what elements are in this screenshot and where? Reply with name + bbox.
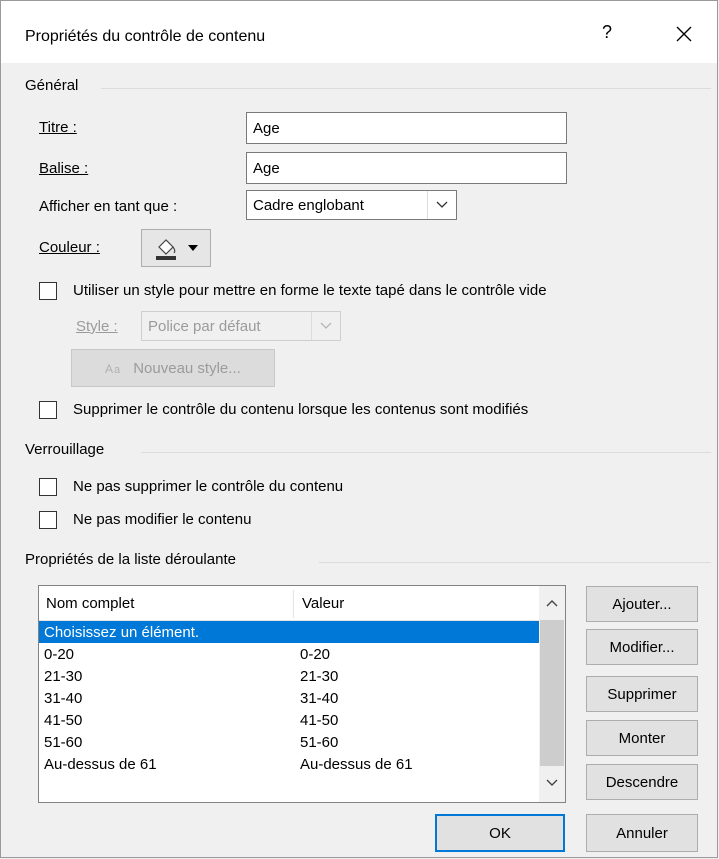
svg-text:A: A bbox=[105, 362, 113, 376]
delete-button[interactable]: Supprimer bbox=[586, 676, 698, 712]
list-item-name: 21-30 bbox=[44, 667, 83, 685]
general-group-divider bbox=[101, 88, 711, 89]
column-header-name[interactable]: Nom complet bbox=[39, 586, 291, 620]
list-item-name: 31-40 bbox=[44, 689, 83, 707]
svg-text:a: a bbox=[114, 364, 121, 376]
style-label-text: Style : bbox=[76, 318, 118, 335]
list-item[interactable]: Au-dessus de 61 Au-dessus de 61 bbox=[39, 753, 539, 775]
display-as-select[interactable]: Cadre englobant bbox=[246, 190, 457, 220]
cancel-button[interactable]: Annuler bbox=[586, 814, 698, 852]
remove-control-checkbox[interactable] bbox=[39, 401, 57, 419]
use-style-checkbox[interactable] bbox=[39, 282, 57, 300]
list-item-name: Au-dessus de 61 bbox=[44, 755, 157, 773]
title-input[interactable]: Age bbox=[246, 112, 567, 144]
list-item-value: 51-60 bbox=[300, 733, 339, 751]
scroll-down-button[interactable] bbox=[539, 770, 565, 796]
dropdown-group-label: Propriétés de la liste déroulante bbox=[25, 551, 236, 568]
list-item-value: 41-50 bbox=[300, 711, 339, 729]
display-as-label: Afficher en tant que : bbox=[39, 198, 178, 215]
scrollbar-thumb[interactable] bbox=[540, 620, 564, 766]
chevron-down-icon bbox=[311, 312, 340, 340]
dropdown-group-divider bbox=[319, 562, 711, 563]
color-picker-button[interactable] bbox=[141, 229, 211, 267]
list-item[interactable]: 31-40 31-40 bbox=[39, 687, 539, 709]
list-item[interactable]: 51-60 51-60 bbox=[39, 731, 539, 753]
list-item[interactable]: 41-50 41-50 bbox=[39, 709, 539, 731]
list-item-value: Au-dessus de 61 bbox=[300, 755, 413, 773]
list-scrollbar[interactable] bbox=[539, 586, 565, 802]
locking-group-label: Verrouillage bbox=[25, 441, 105, 458]
list-item[interactable]: 0-20 0-20 bbox=[39, 643, 539, 665]
list-item[interactable]: 21-30 21-30 bbox=[39, 665, 539, 687]
scroll-up-button[interactable] bbox=[539, 590, 565, 616]
list-item[interactable]: Choisissez un élément. bbox=[39, 621, 539, 643]
close-icon bbox=[676, 26, 692, 42]
list-item-value bbox=[295, 621, 535, 643]
tag-label-text: Balise : bbox=[39, 160, 89, 177]
new-style-button[interactable]: A a Nouveau style... bbox=[71, 349, 275, 387]
color-label-text: Couleur : bbox=[39, 239, 100, 256]
no-edit-label: Ne pas modifier le contenu bbox=[73, 511, 252, 528]
list-item-value: 31-40 bbox=[300, 689, 339, 707]
column-separator bbox=[293, 590, 294, 618]
title-label-text: Titre : bbox=[39, 119, 77, 136]
color-label: Couleur : bbox=[39, 239, 100, 256]
style-label: Style : bbox=[76, 318, 118, 335]
use-style-label: Utiliser un style pour mettre en forme l… bbox=[73, 282, 547, 299]
column-header-value[interactable]: Valeur bbox=[295, 586, 539, 620]
display-as-value: Cadre englobant bbox=[253, 196, 364, 214]
no-delete-checkbox[interactable] bbox=[39, 478, 57, 496]
list-item-value: 21-30 bbox=[300, 667, 339, 685]
add-button[interactable]: Ajouter... bbox=[586, 586, 698, 622]
dialog-title: Propriétés du contrôle de contenu bbox=[25, 28, 266, 45]
new-style-label: Nouveau style... bbox=[133, 359, 241, 377]
close-button[interactable] bbox=[669, 19, 699, 49]
chevron-down-icon bbox=[427, 191, 456, 219]
general-group-label: Général bbox=[25, 77, 79, 94]
chevron-up-icon bbox=[546, 600, 558, 607]
no-edit-checkbox[interactable] bbox=[39, 511, 57, 529]
list-item-value: 0-20 bbox=[300, 645, 331, 663]
help-button[interactable]: ? bbox=[595, 22, 619, 43]
no-delete-label: Ne pas supprimer le contrôle du contenu bbox=[73, 478, 344, 495]
list-header: Nom complet Valeur bbox=[39, 586, 539, 621]
title-bar: Propriétés du contrôle de contenu ? bbox=[1, 1, 717, 63]
list-item-name: 51-60 bbox=[44, 733, 83, 751]
chevron-down-icon bbox=[546, 779, 558, 786]
ok-button[interactable]: OK bbox=[435, 814, 565, 852]
move-down-button[interactable]: Descendre bbox=[586, 764, 698, 800]
style-value: Police par défaut bbox=[148, 317, 261, 335]
list-item-name: 41-50 bbox=[44, 711, 83, 729]
paint-bucket-icon bbox=[156, 239, 176, 260]
dropdown-items-list[interactable]: Nom complet Valeur Choisissez un élément… bbox=[38, 585, 566, 803]
new-style-icon: A a bbox=[105, 362, 121, 376]
title-label: Titre : bbox=[39, 119, 77, 136]
list-item-name: 0-20 bbox=[44, 645, 75, 663]
remove-control-label: Supprimer le contrôle du contenu lorsque… bbox=[73, 401, 529, 418]
locking-group-divider bbox=[141, 452, 711, 453]
content-control-properties-dialog: Propriétés du contrôle de contenu ? Géné… bbox=[0, 0, 718, 858]
move-up-button[interactable]: Monter bbox=[586, 720, 698, 756]
caret-down-icon bbox=[188, 245, 198, 251]
modify-button[interactable]: Modifier... bbox=[586, 629, 698, 665]
tag-input[interactable]: Age bbox=[246, 152, 567, 184]
tag-label: Balise : bbox=[39, 160, 88, 177]
style-select[interactable]: Police par défaut bbox=[141, 311, 341, 341]
